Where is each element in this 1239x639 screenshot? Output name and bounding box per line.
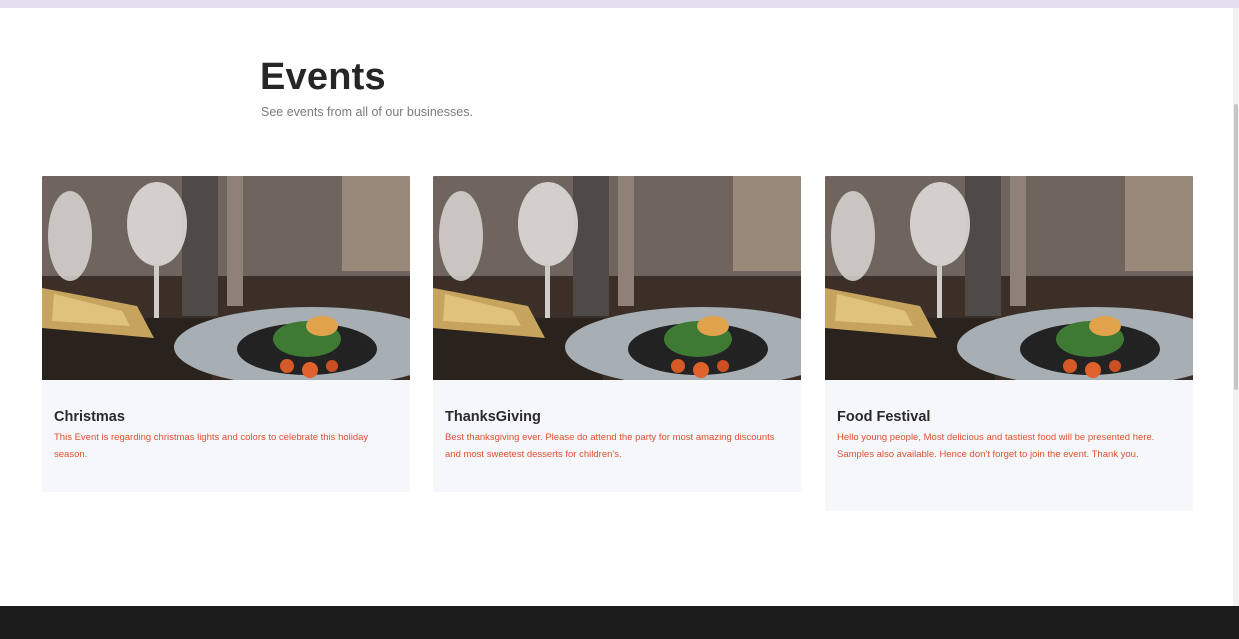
event-card-food-festival[interactable]: Food Festival Hello young people, Most d… bbox=[825, 176, 1193, 511]
event-image bbox=[825, 176, 1193, 380]
top-border bbox=[0, 0, 1239, 8]
event-description: Best thanksgiving ever. Please do attend… bbox=[445, 432, 775, 460]
event-title: Food Festival bbox=[837, 409, 931, 425]
event-card-body: ThanksGiving Best thanksgiving ever. Ple… bbox=[433, 380, 801, 463]
event-title: Christmas bbox=[54, 409, 125, 425]
events-header: Events See events from all of our busine… bbox=[260, 56, 473, 119]
event-description: This Event is regarding christmas lights… bbox=[54, 432, 369, 460]
event-image bbox=[433, 176, 801, 380]
event-card-body: Food Festival Hello young people, Most d… bbox=[825, 380, 1193, 463]
event-card-thanksgiving[interactable]: ThanksGiving Best thanksgiving ever. Ple… bbox=[433, 176, 801, 492]
event-card-christmas[interactable]: Christmas This Event is regarding christ… bbox=[42, 176, 410, 492]
page-subtitle: See events from all of our businesses. bbox=[261, 105, 473, 119]
page-title: Events bbox=[260, 56, 386, 98]
events-page: Events See events from all of our busine… bbox=[0, 0, 1239, 639]
event-title: ThanksGiving bbox=[445, 409, 541, 425]
footer bbox=[0, 606, 1239, 639]
event-image bbox=[42, 176, 410, 380]
event-card-body: Christmas This Event is regarding christ… bbox=[42, 380, 410, 463]
scrollbar-thumb[interactable] bbox=[1234, 104, 1238, 390]
event-description: Hello young people, Most delicious and t… bbox=[837, 432, 1155, 460]
